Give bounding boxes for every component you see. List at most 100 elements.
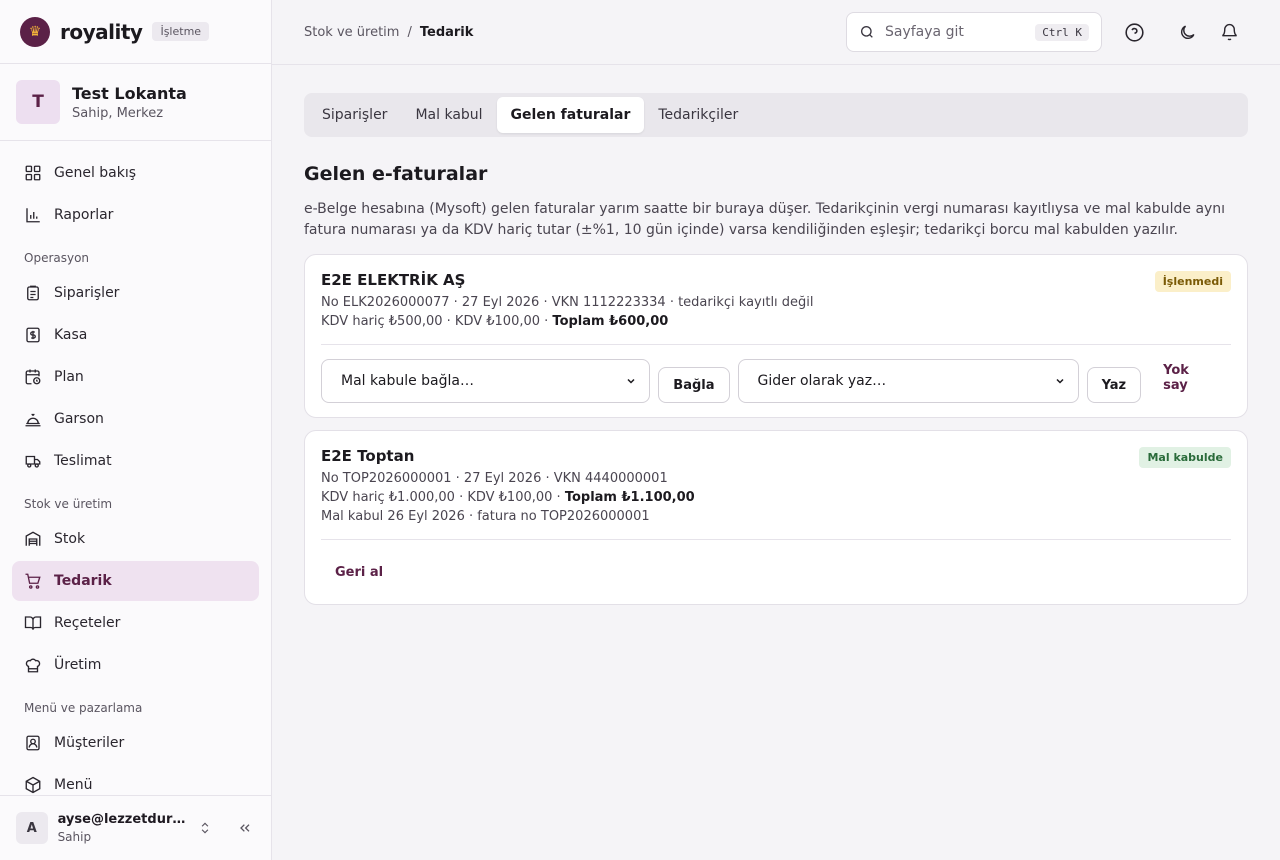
collapse-sidebar-icon[interactable] [235,818,255,838]
contact-card-icon [26,735,40,751]
grid-icon [25,165,41,181]
sidebar-item-cash[interactable]: Kasa [12,315,259,355]
sidebar-item-label: Garson [54,411,104,427]
chevrons-up-down-icon[interactable] [196,818,216,838]
tab-incoming-invoices[interactable]: Gelen faturalar [496,97,645,133]
moon-icon[interactable] [1175,20,1199,44]
book-open-icon [24,616,42,630]
expense-select[interactable]: Gider olarak yaz… [737,359,1079,403]
user-role: Sahip [57,830,92,844]
invoice-total: Toplam ₺600,00 [552,314,669,329]
sidebar-item-orders[interactable]: Siparişler [12,273,259,313]
crown-logo-icon: ♛ [20,16,50,47]
sidebar-item-label: Siparişler [54,285,120,301]
brand-badge: İşletme [152,22,210,41]
sidebar: ♛ royality İşletme T Test Lokanta Sahip,… [0,0,272,860]
breadcrumb-separator: / [407,24,412,40]
org-avatar: T [16,80,60,124]
cash-register-icon [26,327,40,343]
sidebar-item-label: Teslimat [54,453,112,469]
invoice-card: E2E ELEKTRİK AŞ İşlenmedi No ELK20260000… [304,254,1248,418]
invoice-amounts-row: KDV hariç ₺500,00 · KDV ₺100,00 · Toplam… [321,314,1231,329]
select-value: Mal kabule bağla… [341,373,474,389]
chevron-down-icon [1056,378,1064,384]
sidebar-item-label: Üretim [54,657,102,673]
warehouse-icon [25,531,41,546]
status-badge: Mal kabulde [1139,447,1231,468]
bar-chart-icon [26,208,40,223]
sidebar-item-delivery[interactable]: Teslimat [12,441,259,481]
invoice-actions: Mal kabule bağla… Bağla Gider olarak yaz… [321,345,1231,417]
invoice-amounts-row: KDV hariç ₺1.000,00 · KDV ₺100,00 · Topl… [321,490,1231,505]
invoice-total: Toplam ₺1.100,00 [564,490,695,505]
sidebar-item-stock[interactable]: Stok [12,519,259,559]
link-receipt-select[interactable]: Mal kabule bağla… [321,359,651,403]
chevron-down-icon [627,378,635,384]
user-menu[interactable]: A ayse@lezzetdurağı.com Sahip [0,795,271,860]
breadcrumb-parent[interactable]: Stok ve üretim [304,25,399,40]
brand-name: royality [60,19,143,44]
main-content: Siparişler Mal kabul Gelen faturalar Ted… [304,93,1248,605]
search-placeholder: Sayfaya git [885,24,964,40]
package-icon [25,776,41,794]
sidebar-item-reports[interactable]: Raporlar [12,195,259,235]
sidebar-item-label: Stok [54,531,86,547]
sidebar-item-recipes[interactable]: Reçeteler [12,603,259,643]
cloche-icon [25,413,41,427]
link-button[interactable]: Bağla [658,367,730,403]
undo-button[interactable]: Geri al [321,565,397,580]
invoice-info: No ELK2026000077 · 27 Eyl 2026 · VKN 111… [321,295,814,310]
sidebar-item-label: Plan [54,369,84,385]
top-bar: Stok ve üretim / Tedarik Sayfaya git Ctr… [272,0,1280,65]
invoice-list: E2E ELEKTRİK AŞ İşlenmedi No ELK20260000… [304,254,1248,605]
user-email: ayse@lezzetdurağı.com [57,812,186,827]
invoice-amounts: KDV hariç ₺1.000,00 · KDV ₺100,00 · [321,490,565,505]
help-icon[interactable] [1122,20,1146,44]
sidebar-item-plan[interactable]: Plan [12,357,259,397]
sidebar-nav: Genel bakış Raporlar Operasyon Siparişle… [0,141,271,805]
page-description: e-Belge hesabına (Mysoft) gelen faturala… [304,201,1226,238]
invoice-receipt-info: Mal kabul 26 Eyl 2026 · fatura no TOP202… [321,509,650,524]
search-input[interactable]: Sayfaya git Ctrl K [846,12,1102,52]
brand-header: ♛ royality İşletme [0,0,271,64]
sidebar-item-label: Kasa [54,327,88,343]
invoice-card: E2E Toptan Mal kabulde No TOP2026000001 … [304,430,1248,605]
search-icon [861,26,873,38]
sidebar-item-label: Genel bakış [54,165,137,181]
user-avatar: A [16,812,48,844]
sidebar-item-label: Raporlar [54,207,114,223]
tab-suppliers[interactable]: Tedarikçiler [644,97,752,133]
shopping-cart-icon [25,573,41,589]
sidebar-item-waiter[interactable]: Garson [12,399,259,439]
sidebar-item-customers[interactable]: Müşteriler [12,723,259,763]
supply-tabs: Siparişler Mal kabul Gelen faturalar Ted… [304,93,1248,137]
calendar-clock-icon [25,369,41,385]
tab-orders[interactable]: Siparişler [308,97,401,133]
sidebar-item-label: Tedarik [54,573,112,589]
invoice-amounts: KDV hariç ₺500,00 · KDV ₺100,00 · [321,314,553,329]
nav-section-operations: Operasyon [24,251,90,265]
status-badge: İşlenmedi [1154,271,1231,292]
sidebar-item-label: Müşteriler [54,735,125,751]
bell-icon[interactable] [1217,20,1241,44]
org-role: Sahip, Merkez [72,105,164,121]
select-value: Gider olarak yaz… [757,373,887,389]
invoice-actions: Geri al [321,540,1231,604]
sidebar-item-label: Reçeteler [54,615,121,631]
write-expense-button[interactable]: Yaz [1086,367,1142,403]
chef-hat-icon [25,658,41,673]
sidebar-item-production[interactable]: Üretim [12,645,259,685]
clipboard-icon [27,285,39,301]
sidebar-item-supply[interactable]: Tedarik [12,561,259,601]
search-shortcut: Ctrl K [1035,23,1089,41]
invoice-supplier: E2E Toptan [321,447,415,465]
nav-section-stock: Stok ve üretim [24,497,113,511]
sidebar-item-overview[interactable]: Genel bakış [12,153,259,193]
ignore-button[interactable]: Yok say [1149,363,1231,393]
invoice-info: No TOP2026000001 · 27 Eyl 2026 · VKN 444… [321,471,668,486]
org-switcher[interactable]: T Test Lokanta Sahip, Merkez [0,64,271,141]
org-name: Test Lokanta [72,83,187,103]
nav-section-menu: Menü ve pazarlama [24,701,143,715]
invoice-supplier: E2E ELEKTRİK AŞ [321,271,466,289]
tab-goods-receipt[interactable]: Mal kabul [401,97,496,133]
